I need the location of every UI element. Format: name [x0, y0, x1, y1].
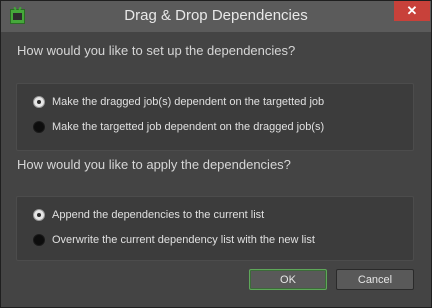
dialog-window: Drag & Drop Dependencies ✕ How would you…	[0, 0, 432, 308]
setup-question: How would you like to set up the depende…	[17, 43, 296, 58]
apply-option-append[interactable]: Append the dependencies to the current l…	[33, 209, 264, 221]
radio-label: Make the targetted job dependent on the …	[52, 121, 325, 133]
setup-options-group: Make the dragged job(s) dependent on the…	[16, 83, 414, 151]
title-bar[interactable]: Drag & Drop Dependencies ✕	[1, 1, 431, 32]
radio-label: Make the dragged job(s) dependent on the…	[52, 96, 325, 108]
setup-option-targetted-dependent[interactable]: Make the targetted job dependent on the …	[33, 121, 324, 133]
apply-options-group: Append the dependencies to the current l…	[16, 196, 414, 261]
apply-question: How would you like to apply the dependen…	[17, 157, 291, 172]
radio-button-checked[interactable]	[33, 209, 45, 221]
close-button[interactable]: ✕	[394, 1, 430, 21]
setup-option-dragged-dependent[interactable]: Make the dragged job(s) dependent on the…	[33, 96, 324, 108]
apply-option-overwrite[interactable]: Overwrite the current dependency list wi…	[33, 234, 315, 246]
cancel-button[interactable]: Cancel	[336, 269, 414, 290]
radio-button[interactable]	[33, 121, 45, 133]
radio-button-checked[interactable]	[33, 96, 45, 108]
radio-label: Append the dependencies to the current l…	[52, 209, 265, 221]
radio-button[interactable]	[33, 234, 45, 246]
radio-label: Overwrite the current dependency list wi…	[52, 234, 315, 246]
window-title: Drag & Drop Dependencies	[124, 7, 308, 24]
close-icon: ✕	[406, 3, 418, 18]
ok-button[interactable]: OK	[249, 269, 327, 290]
